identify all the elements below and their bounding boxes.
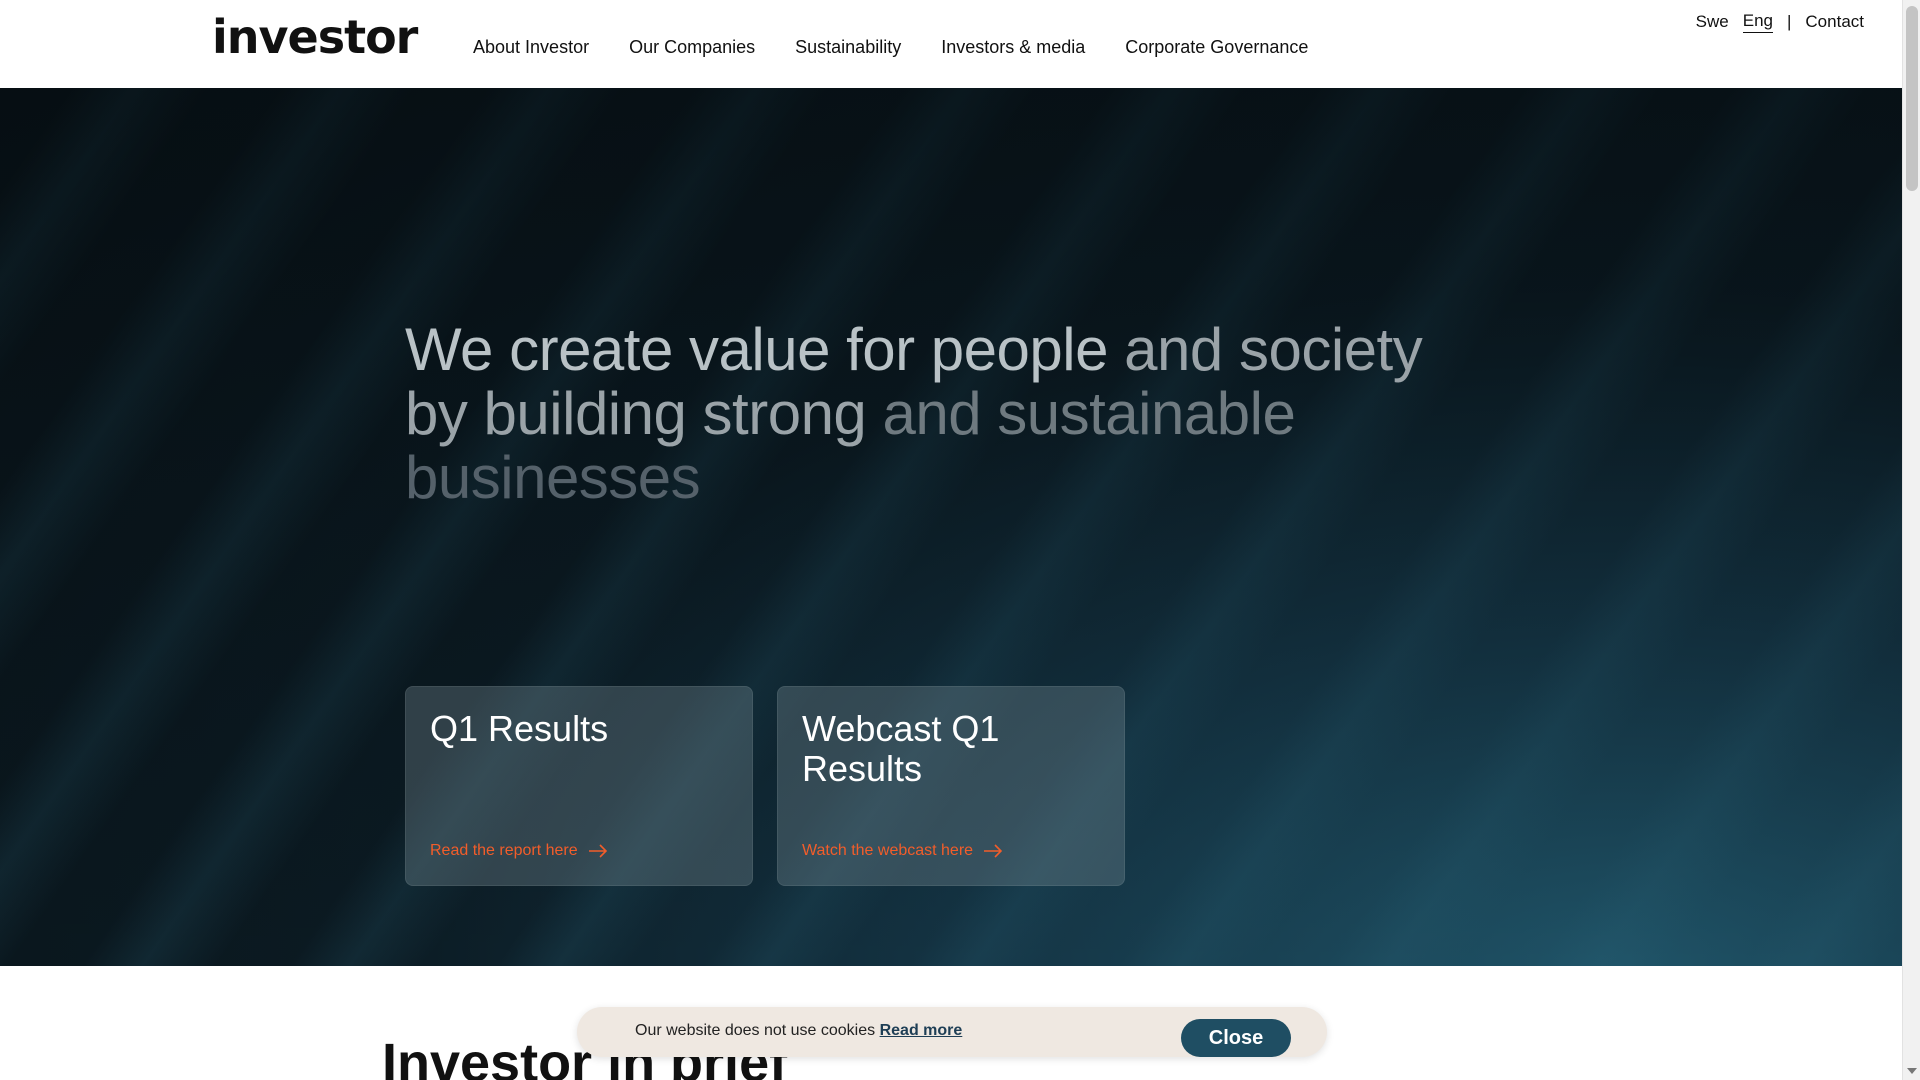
- hero-headline: We create value for people and society b…: [405, 318, 1505, 510]
- read-more-link[interactable]: Read more: [880, 1022, 963, 1039]
- watch-webcast-link[interactable]: Watch the webcast here: [802, 842, 1003, 860]
- headline-line1-b: and society: [1124, 316, 1423, 383]
- nav-our-companies[interactable]: Our Companies: [629, 37, 755, 58]
- headline-line1-a: We create value for people: [405, 316, 1109, 383]
- arrow-right-icon: [984, 844, 1003, 858]
- separator: |: [1786, 12, 1792, 31]
- webcast-card[interactable]: Webcast Q1 Results Watch the webcast her…: [777, 686, 1125, 886]
- card-title: Webcast Q1 Results: [802, 708, 1000, 789]
- hero-section: We create value for people and society b…: [0, 88, 1902, 966]
- scroll-down-arrow-icon[interactable]: [1907, 1068, 1917, 1074]
- lang-swe-link[interactable]: Swe: [1696, 12, 1729, 32]
- nav-sustainability[interactable]: Sustainability: [795, 37, 901, 58]
- card-title: Q1 Results: [430, 708, 609, 749]
- page-scrollbar[interactable]: [1902, 0, 1920, 1080]
- headline-line2-a: by building strong: [405, 380, 867, 447]
- nav-investors-media[interactable]: Investors & media: [941, 37, 1085, 58]
- main-nav: About Investor Our Companies Sustainabil…: [473, 37, 1308, 58]
- scrollbar-thumb[interactable]: [1906, 6, 1918, 191]
- contact-link[interactable]: Contact: [1805, 12, 1864, 32]
- q1-results-card[interactable]: Q1 Results Read the report here: [405, 686, 753, 886]
- investor-logo[interactable]: investor: [212, 14, 418, 60]
- site-header: investor About Investor Our Companies Su…: [0, 0, 1902, 88]
- arrow-right-icon: [588, 844, 607, 858]
- read-report-link[interactable]: Read the report here: [430, 842, 608, 860]
- nav-about-investor[interactable]: About Investor: [473, 37, 589, 58]
- close-button[interactable]: Close: [1181, 1019, 1291, 1057]
- utility-links: Swe Eng | Contact: [1696, 11, 1864, 33]
- headline-line3: businesses: [405, 444, 701, 511]
- headline-line2-b: and sustainable: [882, 380, 1296, 447]
- lang-eng-link[interactable]: Eng: [1742, 11, 1773, 33]
- cookie-banner: Our website does not use cookies Read mo…: [577, 1007, 1327, 1057]
- cookie-message: Our website does not use cookies Read mo…: [635, 1022, 963, 1039]
- nav-corporate-governance[interactable]: Corporate Governance: [1125, 37, 1308, 58]
